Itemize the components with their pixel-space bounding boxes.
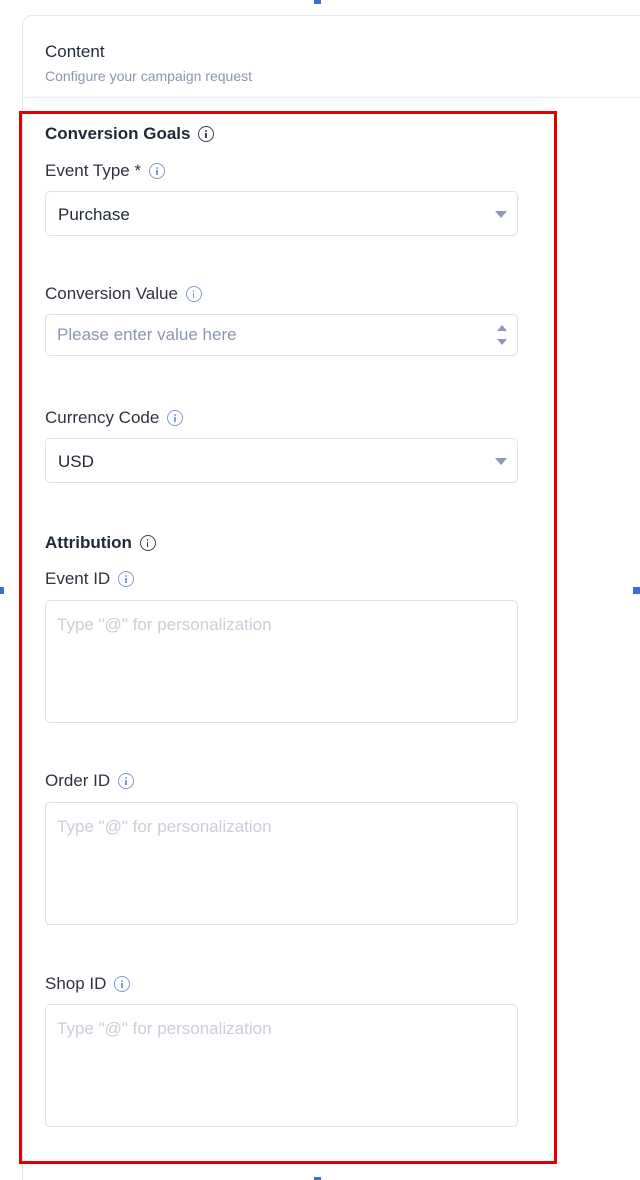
panel-title: Content [45, 42, 105, 61]
header-divider [23, 97, 640, 98]
resize-handle-top[interactable] [314, 0, 321, 4]
resize-handle-left[interactable] [0, 587, 4, 594]
highlight-box [19, 111, 557, 1164]
panel-header: Content Configure your campaign request [45, 42, 252, 84]
resize-handle-right[interactable] [633, 587, 640, 594]
panel-subtitle: Configure your campaign request [45, 68, 253, 84]
